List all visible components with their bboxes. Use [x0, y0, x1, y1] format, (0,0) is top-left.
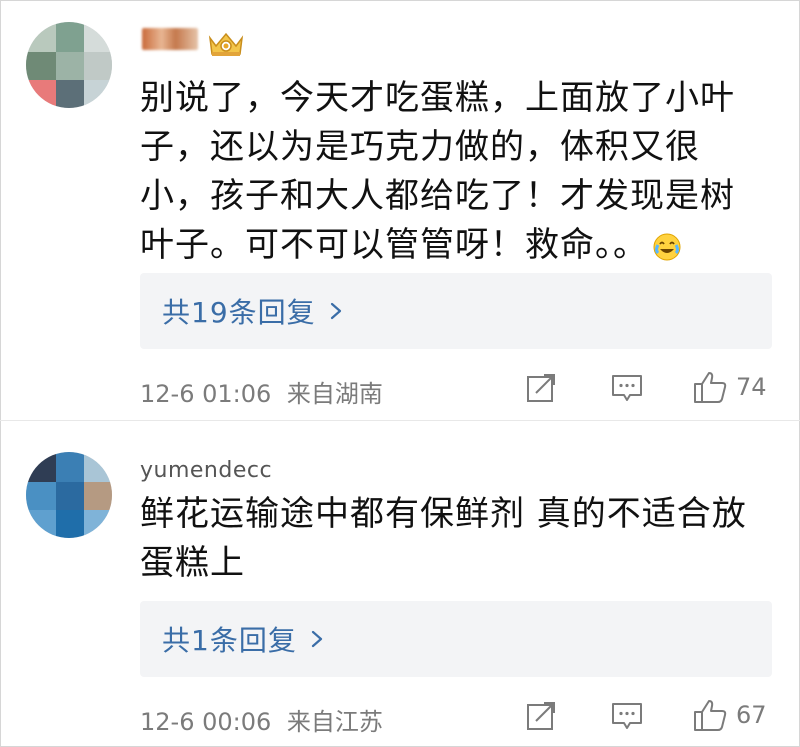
replies-count-label: 共1条回复 — [162, 624, 297, 657]
chevron-right-icon — [330, 302, 341, 320]
share-icon — [527, 702, 555, 730]
comment-text: 鲜花运输途中都有保鲜剂 真的不适合放 蛋糕上 — [140, 490, 760, 588]
comment-button[interactable] — [610, 701, 644, 733]
like-button[interactable]: 67 — [692, 697, 767, 733]
blurred-username — [142, 28, 198, 50]
laugh-cry-emoji-icon — [653, 233, 681, 260]
like-button[interactable]: 74 — [692, 369, 767, 405]
share-icon — [527, 374, 555, 402]
comment-line-text: 叶子。可不可以管管呀！救命。。 — [140, 225, 648, 265]
location: 来自湖南 — [286, 380, 383, 408]
like-count: 67 — [736, 701, 767, 729]
comment-button[interactable] — [610, 373, 644, 405]
share-button[interactable] — [526, 373, 558, 403]
comment-meta: 12-6 01:06 来自湖南 — [140, 374, 383, 409]
timestamp: 12-6 01:06 — [140, 380, 272, 408]
comment-icon — [612, 703, 642, 729]
crown-badge-icon — [208, 32, 244, 56]
avatar[interactable] — [26, 22, 112, 108]
comment-line: 叶子。可不可以管管呀！救命。。 — [140, 221, 760, 270]
timestamp: 12-6 00:06 — [140, 708, 272, 736]
location: 来自江苏 — [286, 708, 383, 736]
comment-line: 子，还以为是巧克力做的，体积又很 — [140, 127, 700, 167]
comment-line: 鲜花运输途中都有保鲜剂 真的不适合放 — [140, 494, 747, 534]
comment-line: 小，孩子和大人都给吃了！才发现是树 — [140, 176, 735, 216]
chevron-right-icon — [311, 630, 322, 648]
comment-text: 别说了，今天才吃蛋糕，上面放了小叶 子，还以为是巧克力做的，体积又很 小，孩子和… — [140, 74, 760, 270]
username[interactable]: yumendecc — [140, 458, 272, 483]
comment-divider — [0, 420, 800, 421]
view-replies-button[interactable]: 共1条回复 — [140, 601, 772, 677]
comment-icon — [612, 375, 642, 401]
thumbs-up-icon — [694, 700, 727, 731]
like-count: 74 — [736, 373, 767, 401]
avatar[interactable] — [26, 452, 112, 538]
thumbs-up-icon — [694, 372, 727, 403]
view-replies-button[interactable]: 共19条回复 — [140, 273, 772, 349]
comment-line: 别说了，今天才吃蛋糕，上面放了小叶 — [140, 78, 735, 118]
comment-meta: 12-6 00:06 来自江苏 — [140, 702, 383, 737]
replies-count-label: 共19条回复 — [162, 296, 316, 329]
share-button[interactable] — [526, 701, 558, 731]
comment-line: 蛋糕上 — [140, 543, 245, 583]
